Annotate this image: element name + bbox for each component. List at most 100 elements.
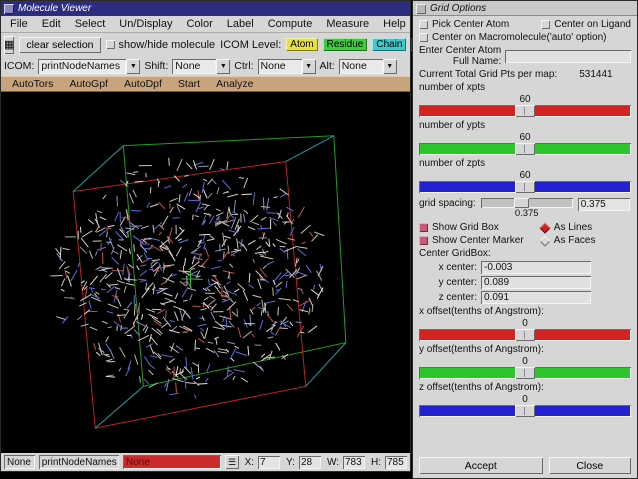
x-value: 7 — [258, 456, 280, 469]
status-field-icom: printNodeNames — [39, 455, 119, 469]
level-atom-button[interactable]: Atom — [286, 38, 317, 51]
checkbox-indicator — [419, 236, 428, 245]
x-center-input[interactable]: -0.003 — [481, 261, 591, 274]
center-gridbox-label: Center GridBox: — [419, 248, 491, 259]
slider-handle[interactable] — [515, 143, 535, 155]
center-on-macromolecule-checkbox[interactable]: Center on Macromolecule('auto' option) — [419, 32, 606, 43]
tab-analyze[interactable]: Analyze — [209, 78, 260, 90]
z-center-label: z center: — [419, 292, 477, 303]
center-on-macromolecule-label: Center on Macromolecule('auto' option) — [432, 32, 606, 43]
x-offset-value: 0 — [419, 318, 631, 329]
y-center-label: y center: — [419, 277, 477, 288]
toolbar: ▦ clear selection show/hide molecule ICO… — [1, 33, 410, 56]
slider-handle[interactable] — [514, 198, 529, 208]
menu-undisplay[interactable]: Un/Display — [112, 17, 179, 31]
accept-button[interactable]: Accept — [419, 457, 543, 474]
show-center-marker-checkbox[interactable]: Show Center Marker — [419, 235, 541, 246]
icom-value: printNodeNames — [38, 59, 126, 74]
alt-combobox[interactable]: None ▼ — [339, 59, 397, 74]
icom-combobox[interactable]: printNodeNames ▼ — [38, 59, 140, 74]
chevron-down-icon[interactable]: ▼ — [383, 59, 397, 74]
z-offset-slider[interactable]: z offset(tenths of Angstrom): 0 — [419, 382, 631, 417]
selection-tool-button[interactable]: ▦ — [4, 36, 14, 54]
checkbox-indicator — [541, 20, 550, 29]
tab-start[interactable]: Start — [171, 78, 207, 90]
center-atom-name-input[interactable] — [505, 50, 631, 63]
grid-spacing-slider[interactable]: 0.375 — [481, 198, 573, 219]
show-hide-molecule-label: show/hide molecule — [119, 39, 216, 51]
y-offset-value: 0 — [419, 356, 631, 367]
window-menu-icon[interactable] — [4, 4, 14, 14]
as-lines-label: As Lines — [554, 222, 592, 233]
show-center-marker-label: Show Center Marker — [432, 235, 524, 246]
menu-color[interactable]: Color — [179, 17, 219, 31]
xpts-label: number of xpts — [419, 82, 631, 94]
ypts-label: number of ypts — [419, 120, 631, 132]
clear-selection-button[interactable]: clear selection — [19, 37, 100, 53]
total-grid-pts-value: 531441 — [579, 69, 612, 80]
menu-lines-icon[interactable]: ☰ — [225, 455, 238, 469]
show-hide-molecule-checkbox[interactable]: show/hide molecule — [106, 39, 216, 51]
3d-viewport[interactable] — [1, 92, 410, 453]
z-center-input[interactable]: 0.091 — [481, 291, 591, 304]
h-value: 785 — [385, 456, 407, 469]
checkbox-indicator — [106, 40, 115, 49]
level-residue-button[interactable]: Residue — [323, 38, 368, 51]
slider-handle[interactable] — [515, 329, 535, 341]
slider-handle[interactable] — [515, 367, 535, 379]
menu-label[interactable]: Label — [220, 17, 261, 31]
xpts-value: 60 — [419, 94, 631, 105]
menubar: File Edit Select Un/Display Color Label … — [1, 16, 410, 33]
alt-label: Alt: — [320, 60, 335, 72]
tab-autodpf[interactable]: AutoDpf — [117, 78, 169, 90]
tab-autogpf[interactable]: AutoGpf — [62, 78, 115, 90]
y-offset-label: y offset(tenths of Angstrom): — [419, 344, 631, 356]
x-offset-slider[interactable]: x offset(tenths of Angstrom): 0 — [419, 306, 631, 341]
close-button[interactable]: Close — [549, 457, 631, 474]
molecule-viewer-titlebar[interactable]: Molecule Viewer — [1, 1, 410, 16]
molecule-viewer-window: Molecule Viewer File Edit Select Un/Disp… — [0, 0, 411, 472]
menu-measure[interactable]: Measure — [319, 17, 376, 31]
level-chain-button[interactable]: Chain — [372, 38, 406, 51]
grid-options-panel: Pick Center Atom Center on Ligand Center… — [413, 16, 637, 478]
pick-center-atom-label: Pick Center Atom — [432, 19, 509, 30]
molecule-render — [1, 92, 410, 453]
menu-file[interactable]: File — [3, 17, 35, 31]
shift-combobox[interactable]: None ▼ — [172, 59, 230, 74]
as-lines-radio[interactable]: As Lines — [541, 222, 631, 233]
slider-handle[interactable] — [515, 181, 535, 193]
as-faces-radio[interactable]: As Faces — [541, 235, 631, 246]
shift-value: None — [172, 59, 216, 74]
tab-autotors[interactable]: AutoTors — [5, 78, 60, 90]
menu-select[interactable]: Select — [68, 17, 113, 31]
window-menu-icon[interactable] — [416, 4, 426, 14]
x-center-label: x center: — [419, 262, 477, 273]
grid-spacing-input[interactable]: 0.375 — [578, 198, 630, 211]
slider-handle[interactable] — [515, 105, 535, 117]
center-on-ligand-checkbox[interactable]: Center on Ligand — [541, 19, 631, 30]
grid-options-titlebar[interactable]: Grid Options — [413, 1, 637, 16]
xpts-slider[interactable]: number of xpts 60 — [419, 82, 631, 117]
enter-center-atom-label: Enter Center Atom Full Name: — [419, 45, 501, 67]
ypts-slider[interactable]: number of ypts 60 — [419, 120, 631, 155]
binding-row: ICOM: printNodeNames ▼ Shift: None ▼ Ctr… — [1, 56, 410, 76]
center-on-ligand-label: Center on Ligand — [554, 19, 631, 30]
slider-handle[interactable] — [515, 405, 535, 417]
y-offset-slider[interactable]: y offset(tenths of Angstrom): 0 — [419, 344, 631, 379]
menu-edit[interactable]: Edit — [35, 17, 68, 31]
show-grid-box-checkbox[interactable]: Show Grid Box — [419, 222, 541, 233]
grid-spacing-value: 0.375 — [481, 208, 573, 219]
ctrl-combobox[interactable]: None ▼ — [258, 59, 316, 74]
y-center-input[interactable]: 0.089 — [481, 276, 591, 289]
grid-box-wireframe — [73, 136, 346, 428]
zpts-slider[interactable]: number of zpts 60 — [419, 158, 631, 193]
as-faces-label: As Faces — [554, 235, 596, 246]
chevron-down-icon[interactable]: ▼ — [126, 59, 140, 74]
menu-help[interactable]: Help — [376, 17, 413, 31]
alt-value: None — [339, 59, 383, 74]
pick-center-atom-checkbox[interactable]: Pick Center Atom — [419, 19, 541, 30]
chevron-down-icon[interactable]: ▼ — [216, 59, 230, 74]
ypts-value: 60 — [419, 132, 631, 143]
chevron-down-icon[interactable]: ▼ — [302, 59, 316, 74]
menu-compute[interactable]: Compute — [261, 17, 320, 31]
